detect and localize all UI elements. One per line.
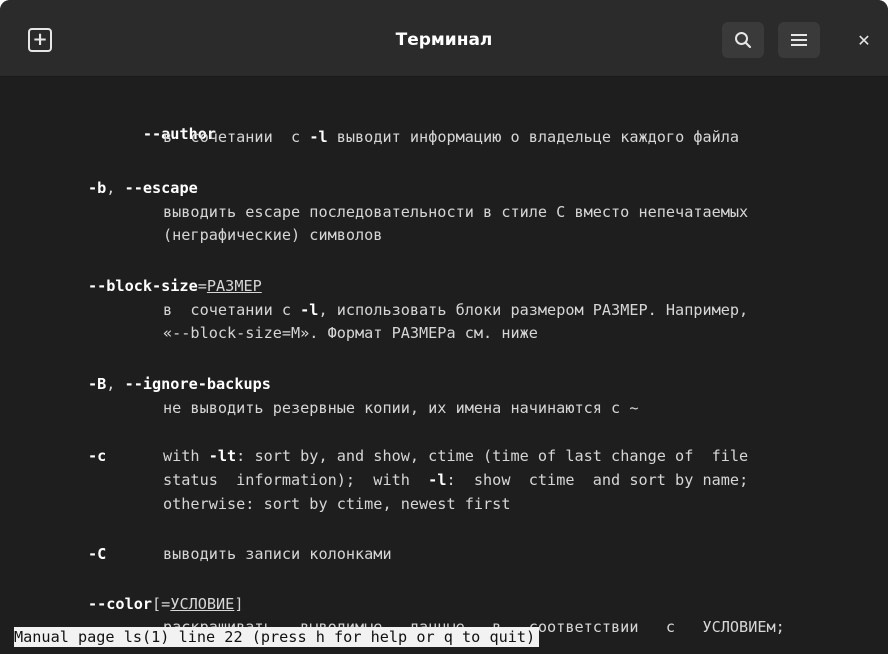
option-description: (неграфические) символов [163, 226, 383, 244]
separator: , [106, 375, 125, 393]
desc-text: выводит информацию о владельце каждого ф… [327, 128, 740, 146]
option-name: --escape [124, 179, 198, 197]
option-name: -c [88, 447, 107, 465]
option-color: --color[=УСЛОВИЕ] [88, 594, 243, 614]
close-button[interactable]: ✕ [848, 22, 880, 58]
desc-text: : sort by, and show, ctime (time of last… [236, 447, 749, 465]
option-argument: УСЛОВИЕ [170, 595, 235, 613]
title-bar: + Терминал ✕ [0, 0, 888, 77]
separator: [= [152, 595, 171, 613]
option-name: --block-size [88, 277, 198, 295]
option-escape: -b, --escape [88, 178, 198, 198]
desc-flag: -l [300, 301, 319, 319]
desc-text: status information); with [163, 471, 429, 489]
separator: ] [234, 595, 244, 613]
option-name: --ignore-backups [124, 375, 271, 393]
menu-button[interactable] [778, 22, 820, 58]
desc-text: в сочетании с [163, 128, 310, 146]
search-button[interactable] [722, 22, 764, 58]
desc-text: : show ctime and sort by name; [446, 471, 749, 489]
desc-text: в сочетании с [163, 301, 301, 319]
option-name: -b [88, 179, 107, 197]
option-argument: РАЗМЕР [206, 277, 262, 295]
desc-flag: -l [428, 471, 447, 489]
option-block-size: --block-size=РАЗМЕР [88, 276, 262, 296]
option-description: with -lt: sort by, and show, ctime (time… [163, 446, 748, 466]
option-description: в сочетании с -l выводит информацию о вл… [163, 127, 739, 147]
terminal-window: + Терминал ✕ --author в сочетании с -l в… [0, 0, 888, 654]
option-name: -C [88, 545, 107, 563]
option-c: -c [88, 446, 106, 466]
option-name: --color [88, 595, 153, 613]
option-description: выводить записи колонками [163, 545, 392, 563]
separator: , [106, 179, 125, 197]
option-description: выводить escape последовательности в сти… [163, 203, 749, 221]
close-icon: ✕ [857, 30, 871, 50]
desc-flag: -l [309, 128, 328, 146]
option-ignore-backups: -B, --ignore-backups [88, 374, 271, 394]
desc-text: with [163, 447, 209, 465]
desc-text: , использовать блоки размером РАЗМЕР. На… [318, 301, 749, 319]
option-description: не выводить резервные копии, их имена на… [163, 399, 639, 417]
option-description: otherwise: sort by ctime, newest first [163, 495, 511, 513]
separator: = [197, 277, 207, 295]
search-icon [735, 32, 752, 49]
option-C: -C [88, 544, 106, 564]
terminal-output[interactable]: --author в сочетании с -l выводит информ… [0, 77, 888, 654]
pager-status-line: Manual page ls(1) line 22 (press h for h… [14, 627, 540, 647]
option-description: «--block-size=M». Формат РАЗМЕРа см. ниж… [163, 324, 538, 342]
option-description: в сочетании с -l, использовать блоки раз… [163, 300, 748, 320]
option-name: -B [88, 375, 107, 393]
desc-flag: -lt [208, 447, 237, 465]
hamburger-menu-icon [791, 34, 807, 46]
option-description: status information); with -l: show ctime… [163, 470, 748, 490]
